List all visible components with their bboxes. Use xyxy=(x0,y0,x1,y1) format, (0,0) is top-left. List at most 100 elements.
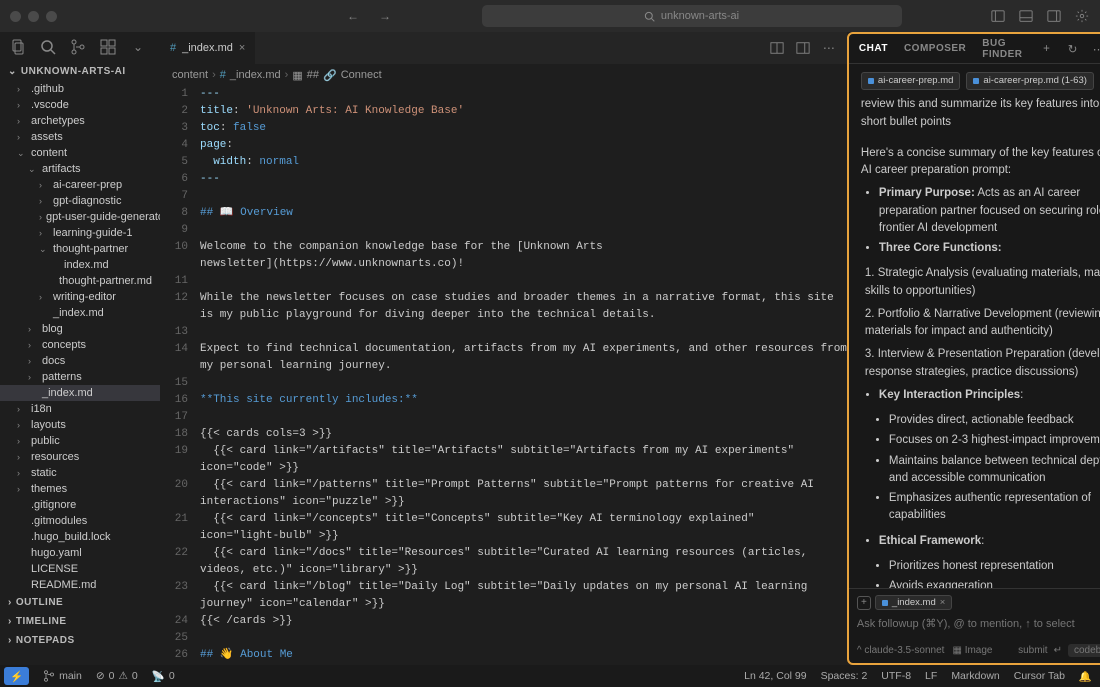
ports-indicator[interactable]: 📡 0 xyxy=(152,670,175,683)
editor: # _index.md × ⋯ content› #_index.md› ▦##… xyxy=(160,32,847,665)
close-tab-icon[interactable]: × xyxy=(239,42,245,54)
folder-thought-partner[interactable]: ⌄thought-partner xyxy=(0,241,160,257)
folder-patterns[interactable]: ›patterns xyxy=(0,369,160,385)
cursor-tab[interactable]: Cursor Tab xyxy=(1014,670,1065,683)
folder-writing-editor[interactable]: ›writing-editor xyxy=(0,289,160,305)
preview-icon[interactable] xyxy=(795,40,811,56)
folder-gpt-diagnostic[interactable]: ›gpt-diagnostic xyxy=(0,193,160,209)
tab-index-md[interactable]: # _index.md × xyxy=(160,32,256,64)
folder-gpt-user-guide-generator[interactable]: ›gpt-user-guide-generator xyxy=(0,209,160,225)
problems-indicator[interactable]: ⊘ 0 ⚠ 0 xyxy=(96,670,138,682)
layout-primary-icon[interactable] xyxy=(990,8,1006,24)
tab-composer[interactable]: COMPOSER xyxy=(904,43,966,54)
file-index-md[interactable]: index.md xyxy=(0,257,160,273)
list-item: Avoids exaggeration xyxy=(889,578,1100,588)
editor-body[interactable]: 1234567891011121314151617181920212223242… xyxy=(160,86,847,665)
list-item: Prioritizes honest representation xyxy=(889,558,1100,575)
folder-static[interactable]: ›static xyxy=(0,465,160,481)
file--gitmodules[interactable]: .gitmodules xyxy=(0,513,160,529)
extensions-icon[interactable] xyxy=(100,39,116,55)
chat-footer: ^ claude-3.5-sonnet ▦ Image submit ↵ cod… xyxy=(849,640,1100,663)
folder-public[interactable]: ›public xyxy=(0,433,160,449)
list-item: Three Core Functions: xyxy=(879,240,1100,257)
image-button[interactable]: ▦ Image xyxy=(952,645,992,656)
nav-back-icon[interactable]: ← xyxy=(345,8,361,24)
folder--github[interactable]: ›.github xyxy=(0,81,160,97)
folder-resources[interactable]: ›resources xyxy=(0,449,160,465)
folder-content[interactable]: ⌄content xyxy=(0,145,160,161)
split-editor-icon[interactable] xyxy=(769,40,785,56)
command-center[interactable]: unknown-arts-ai xyxy=(482,5,902,27)
codebase-button[interactable]: codebase ↵ xyxy=(1068,644,1100,657)
file-LICENSE[interactable]: LICENSE xyxy=(0,561,160,577)
source-control-icon[interactable] xyxy=(70,39,86,55)
folder-blog[interactable]: ›blog xyxy=(0,321,160,337)
folder-learning-guide-1[interactable]: ›learning-guide-1 xyxy=(0,225,160,241)
chat-panel: CHAT COMPOSER BUG FINDER + ↻ ⋯ × ai-care… xyxy=(847,32,1100,665)
add-context-icon[interactable]: + xyxy=(857,596,871,610)
list-item: 2. Portfolio & Narrative Development (re… xyxy=(865,306,1100,341)
language-mode[interactable]: Markdown xyxy=(951,670,999,683)
window-controls xyxy=(10,11,57,22)
explorer-sidebar: ⌄ UNKNOWN-ARTS-AI ›.github›.vscode›arche… xyxy=(0,62,160,650)
remote-button[interactable]: ⚡ xyxy=(4,667,29,685)
submit-arrow-icon[interactable]: ↵ xyxy=(1054,645,1062,656)
settings-gear-icon[interactable] xyxy=(1074,8,1090,24)
history-icon[interactable]: ↻ xyxy=(1065,41,1081,57)
link-icon: 🔗 xyxy=(323,69,337,82)
indentation[interactable]: Spaces: 2 xyxy=(821,670,868,683)
folder--vscode[interactable]: ›.vscode xyxy=(0,97,160,113)
eol[interactable]: LF xyxy=(925,670,937,683)
tab-chat[interactable]: CHAT xyxy=(859,43,888,54)
folder-ai-career-prep[interactable]: ›ai-career-prep xyxy=(0,177,160,193)
submit-button[interactable]: submit xyxy=(1018,645,1047,656)
file-_index-md[interactable]: _index.md xyxy=(0,385,160,401)
chat-input[interactable] xyxy=(857,614,1100,634)
context-chip[interactable]: ai-career-prep.md (1-63) xyxy=(966,72,1093,90)
breadcrumb[interactable]: content› #_index.md› ▦## 🔗Connect xyxy=(160,64,847,86)
folder-artifacts[interactable]: ⌄artifacts xyxy=(0,161,160,177)
layout-secondary-icon[interactable] xyxy=(1046,8,1062,24)
tab-bugfinder[interactable]: BUG FINDER xyxy=(982,38,1022,60)
more-actions-icon[interactable]: ⋯ xyxy=(821,40,837,56)
list-item: Maintains balance between technical dept… xyxy=(889,453,1100,488)
tab-label: _index.md xyxy=(182,42,233,54)
titlebar: ← → unknown-arts-ai xyxy=(0,0,1100,32)
chat-more-icon[interactable]: ⋯ xyxy=(1091,41,1100,57)
model-selector[interactable]: ^ claude-3.5-sonnet xyxy=(857,645,945,656)
search-icon[interactable] xyxy=(40,39,56,55)
folder-docs[interactable]: ›docs xyxy=(0,353,160,369)
maximize-window-icon[interactable] xyxy=(46,11,57,22)
project-header[interactable]: ⌄ UNKNOWN-ARTS-AI xyxy=(0,62,160,81)
notifications-icon[interactable]: 🔔 xyxy=(1079,670,1092,683)
close-window-icon[interactable] xyxy=(10,11,21,22)
context-chip[interactable]: ai-career-prep.md xyxy=(861,72,961,90)
layout-bottom-icon[interactable] xyxy=(1018,8,1034,24)
chat-header: CHAT COMPOSER BUG FINDER + ↻ ⋯ × xyxy=(849,34,1100,64)
explorer-icon[interactable] xyxy=(10,39,26,55)
folder-i18n[interactable]: ›i18n xyxy=(0,401,160,417)
nav-forward-icon[interactable]: → xyxy=(377,8,393,24)
timeline-header[interactable]: ›TIMELINE xyxy=(0,612,160,631)
folder-assets[interactable]: ›assets xyxy=(0,129,160,145)
file-thought-partner-md[interactable]: thought-partner.md xyxy=(0,273,160,289)
context-chip[interactable]: _index.md× xyxy=(875,595,952,610)
file-hugo-yaml[interactable]: hugo.yaml xyxy=(0,545,160,561)
folder-layouts[interactable]: ›layouts xyxy=(0,417,160,433)
file-_index-md[interactable]: _index.md xyxy=(0,305,160,321)
folder-archetypes[interactable]: ›archetypes xyxy=(0,113,160,129)
encoding[interactable]: UTF-8 xyxy=(881,670,911,683)
file-README-md[interactable]: README.md xyxy=(0,577,160,593)
notepads-header[interactable]: ›NOTEPADS xyxy=(0,631,160,650)
list-item: 1. Strategic Analysis (evaluating materi… xyxy=(865,265,1100,300)
cursor-position[interactable]: Ln 42, Col 99 xyxy=(744,670,806,683)
folder-concepts[interactable]: ›concepts xyxy=(0,337,160,353)
folder-themes[interactable]: ›themes xyxy=(0,481,160,497)
outline-header[interactable]: ›OUTLINE xyxy=(0,593,160,612)
minimize-window-icon[interactable] xyxy=(28,11,39,22)
branch-indicator[interactable]: main xyxy=(43,670,82,682)
chevron-down-icon[interactable]: ⌄ xyxy=(130,39,146,55)
new-chat-icon[interactable]: + xyxy=(1039,41,1055,57)
file--hugo_build-lock[interactable]: .hugo_build.lock xyxy=(0,529,160,545)
file--gitignore[interactable]: .gitignore xyxy=(0,497,160,513)
